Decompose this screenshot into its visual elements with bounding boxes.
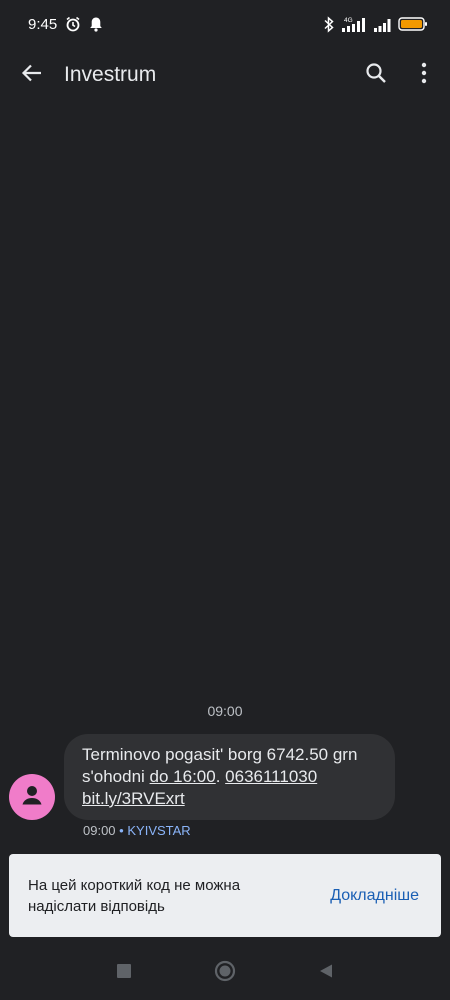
meta-separator: • bbox=[119, 823, 124, 838]
date-separator: 09:00 bbox=[207, 703, 243, 719]
reply-disabled-banner: На цей короткий код не можна надіслати в… bbox=[9, 854, 441, 937]
message-bubble[interactable]: Terminovo pogasit' borg 6742.50 grn s'oh… bbox=[64, 734, 395, 820]
back-button[interactable] bbox=[0, 48, 64, 102]
back-icon bbox=[318, 963, 334, 984]
conversation-title: Investrum bbox=[64, 63, 157, 86]
recent-apps-button[interactable] bbox=[112, 961, 136, 985]
status-time: 9:45 bbox=[28, 15, 58, 33]
home-button[interactable] bbox=[213, 960, 237, 987]
learn-more-link[interactable]: Докладніше bbox=[330, 887, 419, 905]
carrier-label: KYIVSTAR bbox=[127, 823, 191, 838]
more-options-button[interactable] bbox=[400, 48, 448, 102]
message-text-separator: . bbox=[215, 767, 226, 786]
banner-text: На цей короткий код не можна надіслати в… bbox=[28, 876, 241, 915]
nav-back-button[interactable] bbox=[314, 961, 338, 985]
message-meta: 09:00 • KYIVSTAR bbox=[83, 823, 191, 838]
signal-4g-icon: 4G bbox=[340, 16, 368, 33]
phone-link[interactable]: 0636111030 bbox=[225, 767, 317, 786]
status-right: 4G bbox=[323, 15, 428, 33]
more-vert-icon bbox=[421, 62, 427, 89]
signal-icon bbox=[373, 16, 393, 33]
search-icon bbox=[365, 62, 387, 89]
back-arrow-icon bbox=[21, 62, 43, 89]
person-icon bbox=[19, 782, 45, 813]
time-link[interactable]: do 16:00 bbox=[150, 767, 216, 786]
recent-apps-icon bbox=[117, 963, 131, 983]
message-time: 09:00 bbox=[83, 823, 116, 838]
bluetooth-icon bbox=[323, 15, 335, 33]
notification-bell-icon bbox=[89, 16, 103, 32]
app-bar: Investrum bbox=[0, 48, 450, 102]
alarm-icon bbox=[65, 16, 81, 32]
battery-icon bbox=[398, 16, 428, 32]
url-link[interactable]: bit.ly/3RVExrt bbox=[82, 789, 185, 808]
avatar[interactable] bbox=[9, 774, 55, 820]
system-nav-bar bbox=[0, 946, 450, 1000]
status-bar: 9:45 4G bbox=[0, 0, 450, 48]
network-label: 4G bbox=[344, 17, 353, 24]
status-left: 9:45 bbox=[28, 16, 103, 33]
home-icon bbox=[214, 960, 236, 987]
search-button[interactable] bbox=[352, 48, 400, 102]
